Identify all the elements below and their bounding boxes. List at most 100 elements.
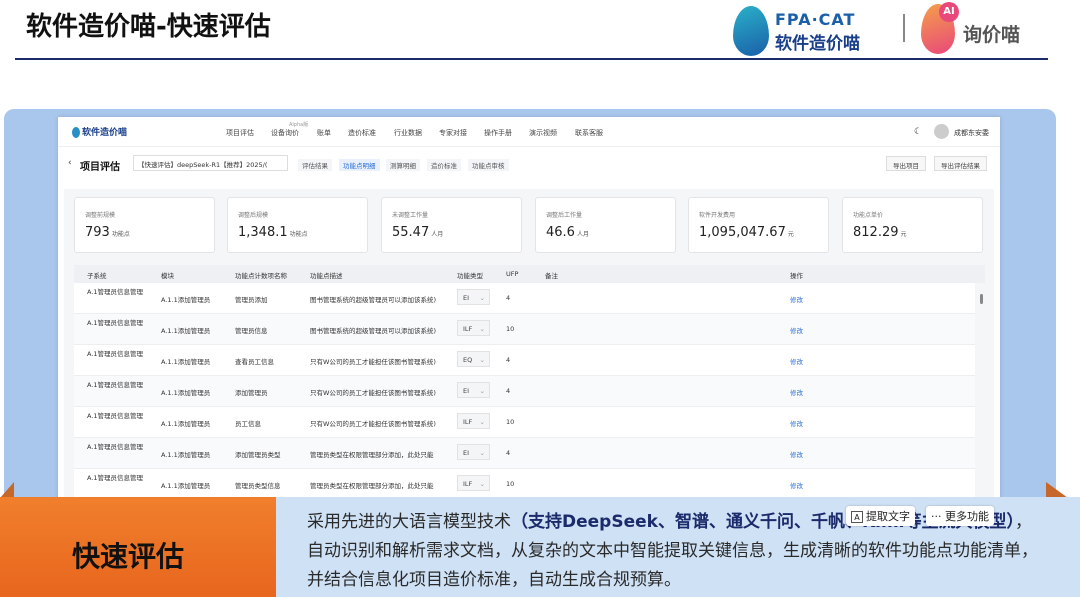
fpa-cat-drop-icon bbox=[733, 6, 769, 56]
card-unit: 功能点 bbox=[289, 231, 308, 238]
tab-eval-result[interactable]: 评估结果 bbox=[298, 159, 332, 171]
left-arrow-decoration bbox=[0, 482, 14, 498]
cell-fp-desc: 管理员类型在权限管理部分添加，此处只能 bbox=[310, 482, 434, 490]
back-icon[interactable]: ‹ bbox=[68, 158, 72, 168]
extract-text-label: 提取文字 bbox=[866, 510, 910, 523]
fp-type-select[interactable]: EQ ⌄ bbox=[457, 351, 490, 367]
card-unit: 元 bbox=[900, 231, 907, 238]
xunjiamiao-logo: AI 询价喵 bbox=[921, 2, 1051, 56]
summary-card: 软件开发费用 1,095,047.67 元 bbox=[688, 197, 829, 253]
nav-item-industry-data[interactable]: 行业数据 bbox=[394, 128, 422, 138]
page-title: 项目评估 bbox=[80, 162, 120, 173]
chevron-down-icon: ⌄ bbox=[479, 480, 485, 488]
cell-module: A.1.1添加管理员 bbox=[161, 420, 211, 428]
table-row: A.1管理员信息管理 A.1.1添加管理员 管理员信息 图书管理系统的超级管理员可以添… bbox=[74, 314, 975, 345]
tab-fp-detail[interactable]: 功能点明细 bbox=[339, 159, 380, 171]
content-area: 调整前规模 793 功能点 调整后规模 1,348.1 功能点 未调整工作量 55.… bbox=[64, 189, 994, 509]
moon-icon[interactable]: ☾ bbox=[914, 127, 922, 137]
edit-link[interactable]: 修改 bbox=[790, 294, 803, 304]
tab-calc-detail[interactable]: 测算明细 bbox=[386, 159, 420, 171]
more-dots-icon: ··· bbox=[931, 510, 942, 523]
chevron-down-icon: ⌄ bbox=[479, 387, 485, 395]
card-label: 调整后规模 bbox=[238, 212, 269, 219]
project-select-value: 【快速评估】deepSeek-R1【推荐】2025/( bbox=[138, 161, 268, 169]
edit-link[interactable]: 修改 bbox=[790, 387, 803, 397]
card-unit: 人月 bbox=[576, 231, 589, 238]
nav-alpha-badge: Alpha版 bbox=[289, 122, 309, 128]
chevron-down-icon: ⌄ bbox=[479, 294, 485, 302]
edit-link[interactable]: 修改 bbox=[790, 480, 803, 490]
slide-title: 软件造价喵-快速评估 bbox=[26, 12, 271, 42]
cell-fp-desc: 管理员类型在权限管理部分添加，此处只能 bbox=[310, 451, 434, 459]
fp-type-select[interactable]: ILF ⌄ bbox=[457, 413, 490, 429]
cell-ufp: 10 bbox=[506, 325, 515, 333]
summary-card: 调整后工作量 46.6 人月 bbox=[535, 197, 676, 253]
fp-type-select[interactable]: ILF ⌄ bbox=[457, 320, 490, 336]
cell-subsystem: A.1管理员信息管理 bbox=[87, 319, 144, 327]
tab-cost-standard[interactable]: 造价标准 bbox=[427, 159, 461, 171]
feature-title: 快速评估 bbox=[72, 540, 185, 573]
fp-type-select[interactable]: ILF ⌄ bbox=[457, 475, 490, 491]
fp-type-select[interactable]: EI ⌄ bbox=[457, 382, 490, 398]
card-label: 调整后工作量 bbox=[546, 212, 583, 219]
brand-left-bottom: 软件造价喵 bbox=[775, 34, 860, 54]
card-unit: 元 bbox=[787, 231, 794, 238]
table-row: A.1管理员信息管理 A.1.1添加管理员 员工信息 只有W公司的员工才能担任该图书管… bbox=[74, 407, 975, 438]
card-unit: 人月 bbox=[431, 231, 444, 238]
nav-item-bill[interactable]: 账单 bbox=[317, 128, 331, 138]
cell-module: A.1.1添加管理员 bbox=[161, 389, 211, 397]
card-value: 55.47 人月 bbox=[392, 225, 443, 240]
card-label: 软件开发费用 bbox=[699, 212, 736, 219]
more-functions-label: 更多功能 bbox=[945, 510, 989, 523]
nav-item-expert[interactable]: 专家对接 bbox=[439, 128, 467, 138]
summary-card: 功能点单价 812.29 元 bbox=[842, 197, 983, 253]
cell-ufp: 4 bbox=[506, 356, 511, 364]
table-header: 子系统 模块 功能点计数项名称 功能点描述 功能类型 UFP 备注 操作 bbox=[74, 265, 985, 283]
extract-text-button[interactable]: A 提取文字 bbox=[846, 506, 915, 526]
card-value-number: 46.6 bbox=[546, 225, 575, 240]
more-functions-button[interactable]: ··· 更多功能 bbox=[926, 506, 994, 526]
edit-link[interactable]: 修改 bbox=[790, 418, 803, 428]
cell-ufp: 10 bbox=[506, 480, 515, 488]
user-name[interactable]: 成都东安委 bbox=[954, 128, 989, 138]
card-label: 功能点单价 bbox=[853, 212, 884, 219]
cell-subsystem: A.1管理员信息管理 bbox=[87, 412, 144, 420]
cell-ufp: 10 bbox=[506, 418, 515, 426]
tab-fp-review[interactable]: 功能点审核 bbox=[468, 159, 509, 171]
card-value-number: 793 bbox=[85, 225, 110, 240]
card-value: 1,348.1 功能点 bbox=[238, 225, 308, 240]
fp-type-select[interactable]: EI ⌄ bbox=[457, 289, 490, 305]
nav-item-project-eval[interactable]: 项目评估 bbox=[226, 128, 254, 138]
project-select[interactable]: 【快速评估】deepSeek-R1【推荐】2025/( bbox=[133, 155, 288, 171]
col-subsystem: 子系统 bbox=[87, 272, 107, 280]
nav-item-manual[interactable]: 操作手册 bbox=[484, 128, 512, 138]
col-remark: 备注 bbox=[545, 272, 558, 280]
fp-type-value: EI bbox=[463, 294, 470, 302]
cell-fp-name: 管理员添加 bbox=[235, 296, 268, 304]
nav-item-support[interactable]: 联系客服 bbox=[575, 128, 603, 138]
app-logo[interactable]: 软件造价喵 bbox=[72, 125, 127, 138]
edit-link[interactable]: 修改 bbox=[790, 356, 803, 366]
nav-item-cost-standard[interactable]: 造价标准 bbox=[348, 128, 376, 138]
edit-link[interactable]: 修改 bbox=[790, 325, 803, 335]
cell-subsystem: A.1管理员信息管理 bbox=[87, 350, 144, 358]
export-result-button[interactable]: 导出评估结果 bbox=[934, 156, 987, 171]
card-value-number: 1,095,047.67 bbox=[699, 225, 786, 240]
cell-fp-name: 添加管理员类型 bbox=[235, 451, 281, 459]
logo-drop-icon bbox=[72, 127, 80, 138]
edit-link[interactable]: 修改 bbox=[790, 449, 803, 459]
chevron-down-icon: ⌄ bbox=[479, 325, 485, 333]
nav-item-demo-video[interactable]: 演示视频 bbox=[529, 128, 557, 138]
export-project-button[interactable]: 导出项目 bbox=[886, 156, 926, 171]
col-ufp: UFP bbox=[506, 270, 519, 278]
cell-subsystem: A.1管理员信息管理 bbox=[87, 288, 144, 296]
avatar[interactable] bbox=[934, 124, 949, 139]
summary-card: 调整后规模 1,348.1 功能点 bbox=[227, 197, 368, 253]
table-scrollbar[interactable] bbox=[980, 294, 983, 304]
chevron-down-icon: ⌄ bbox=[479, 356, 485, 364]
brand-left-top: FPA·CAT bbox=[775, 10, 856, 29]
nav-item-device-inquiry[interactable]: 设备询价 bbox=[271, 128, 299, 138]
card-label: 调整前规模 bbox=[85, 212, 116, 219]
fp-type-select[interactable]: EI ⌄ bbox=[457, 444, 490, 460]
cell-module: A.1.1添加管理员 bbox=[161, 358, 211, 366]
